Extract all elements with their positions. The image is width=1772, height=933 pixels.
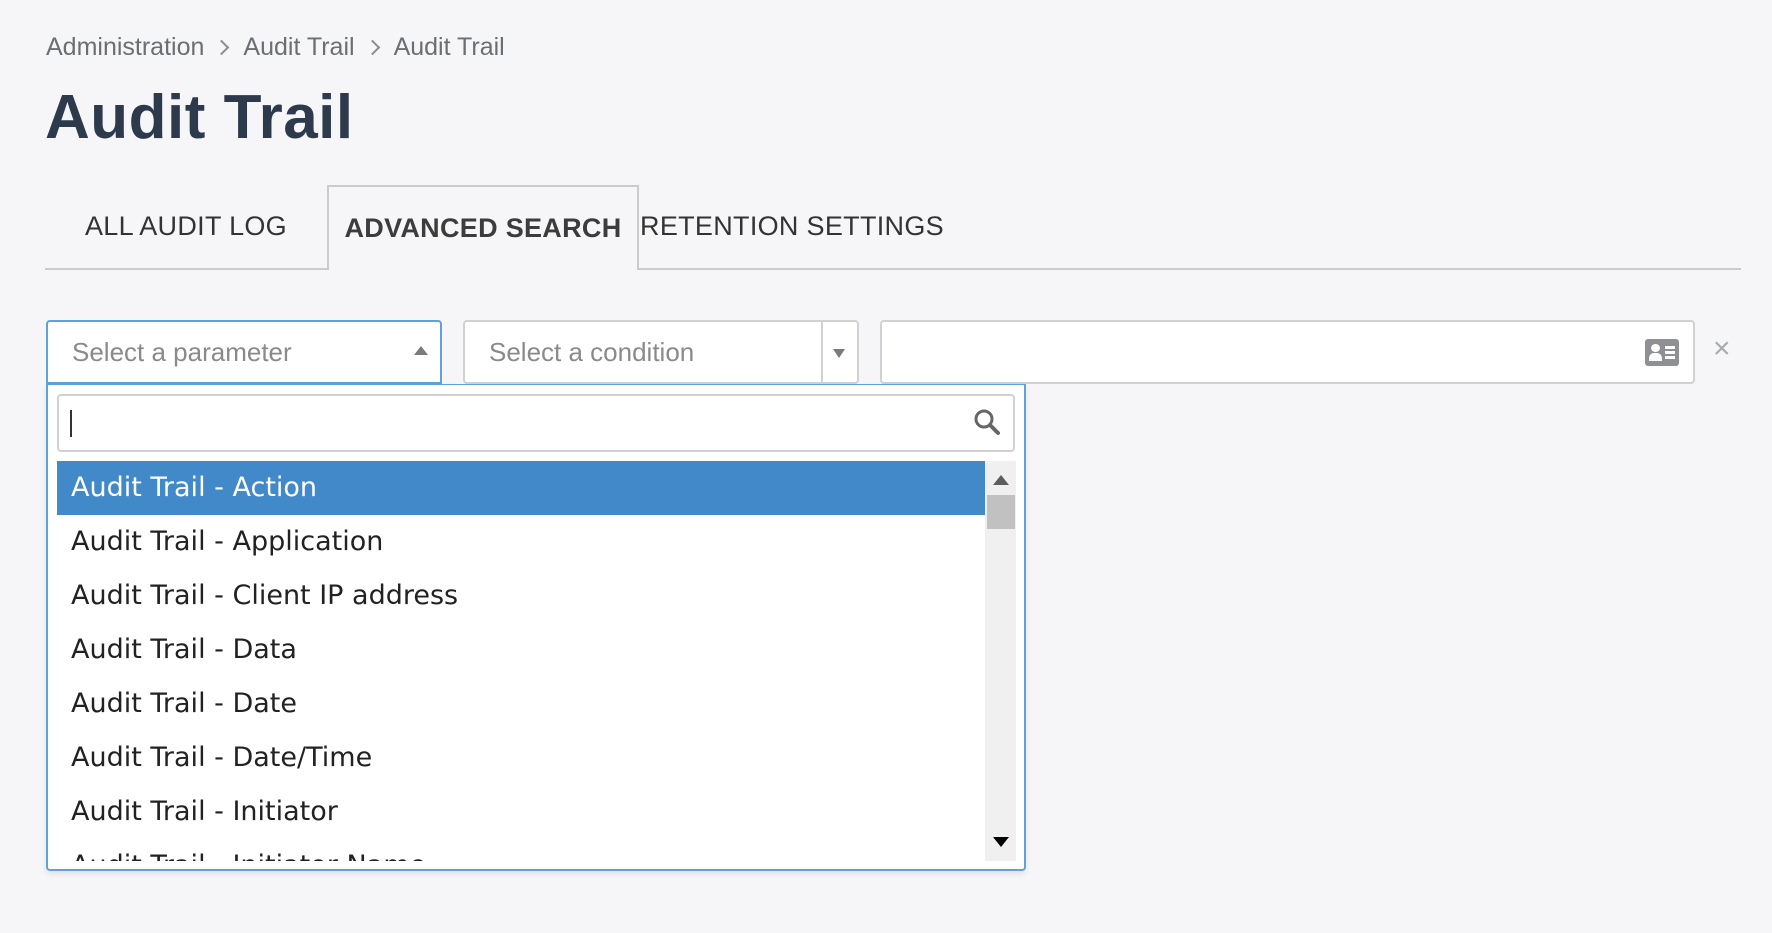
list-item-selected[interactable]: Audit Trail - Action (57, 461, 985, 515)
scroll-up-icon[interactable] (993, 475, 1009, 485)
list-scrollbar[interactable] (985, 461, 1016, 861)
breadcrumb-item-current: Audit Trail (393, 33, 505, 61)
scroll-down-icon[interactable] (993, 837, 1009, 847)
list-item[interactable]: Audit Trail - Initiator (57, 785, 985, 839)
tab-all-audit-log[interactable]: ALL AUDIT LOG (45, 185, 327, 268)
list-item[interactable]: Audit Trail - Data (57, 623, 985, 677)
condition-select[interactable]: Select a condition (463, 320, 859, 384)
parameter-dropdown: Audit Trail - Action Audit Trail - Appli… (46, 384, 1026, 871)
breadcrumb: Administration Audit Trail Audit Trail (46, 33, 505, 62)
contact-card-icon[interactable] (1645, 339, 1679, 366)
search-icon (974, 409, 1000, 435)
condition-select-placeholder: Select a condition (489, 336, 695, 367)
page-title: Audit Trail (45, 83, 354, 152)
tab-advanced-search[interactable]: ADVANCED SEARCH (327, 185, 639, 270)
tab-bar: ALL AUDIT LOG ADVANCED SEARCH RETENTION … (45, 185, 1741, 270)
chevron-up-icon (414, 346, 428, 355)
breadcrumb-item-administration[interactable]: Administration (46, 33, 204, 62)
chevron-down-icon[interactable] (833, 349, 845, 358)
list-item[interactable]: Audit Trail - Client IP address (57, 569, 985, 623)
list-item[interactable]: Audit Trail - Application (57, 515, 985, 569)
chevron-right-icon (214, 39, 230, 56)
select-divider (821, 322, 823, 382)
value-input[interactable] (880, 320, 1695, 384)
chevron-right-icon (364, 39, 380, 56)
breadcrumb-item-audit-trail[interactable]: Audit Trail (243, 33, 354, 62)
parameter-select[interactable]: Select a parameter (46, 320, 442, 384)
list-item[interactable]: Audit Trail - Initiator Name (57, 839, 985, 861)
scrollbar-thumb[interactable] (987, 495, 1015, 529)
dropdown-search-input[interactable] (69, 396, 953, 448)
tab-retention-settings[interactable]: RETENTION SETTINGS (639, 185, 945, 268)
parameter-select-placeholder: Select a parameter (72, 336, 292, 367)
list-item[interactable]: Audit Trail - Date/Time (57, 731, 985, 785)
option-list: Audit Trail - Action Audit Trail - Appli… (57, 461, 985, 861)
dropdown-search-field[interactable] (57, 394, 1015, 452)
list-item[interactable]: Audit Trail - Date (57, 677, 985, 731)
close-icon[interactable]: × (1713, 334, 1731, 364)
text-caret (70, 410, 72, 437)
